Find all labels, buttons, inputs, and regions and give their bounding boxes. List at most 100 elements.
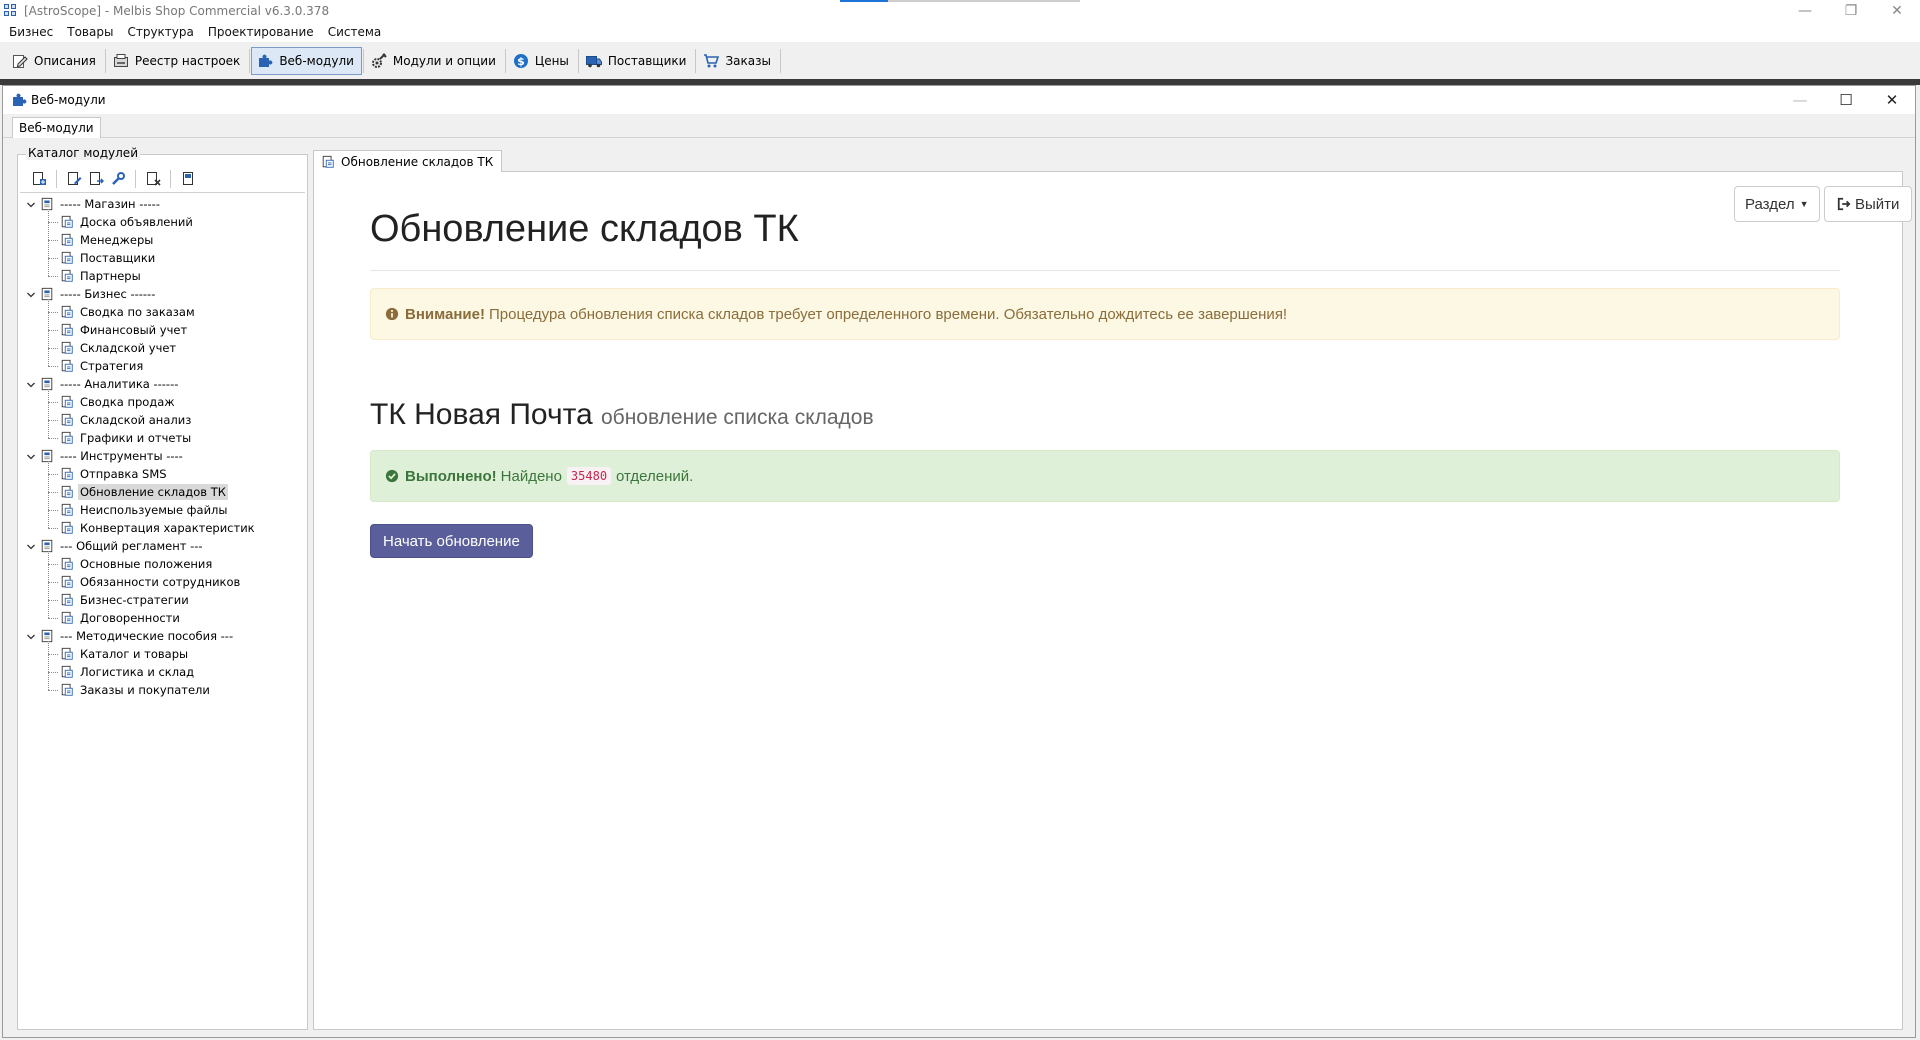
tree-item[interactable]: Заказы и покупатели [20, 681, 305, 699]
inner-maximize-button[interactable]: ☐ [1823, 86, 1869, 114]
tree-group[interactable]: ----- Магазин ----- [20, 195, 305, 213]
module-page-icon [60, 269, 74, 283]
toolbar-descriptions-label: Описания [34, 53, 96, 68]
module-page-icon [60, 611, 74, 625]
tree-connector [48, 551, 49, 618]
section-dropdown-button[interactable]: Раздел ▼ [1734, 186, 1820, 222]
toolbar-prices-button[interactable]: $ Цены [507, 47, 577, 75]
exit-button[interactable]: Выйти [1824, 186, 1913, 222]
toolbar-web-modules-button[interactable]: Веб-модули [251, 46, 362, 75]
catalog-toolbar [20, 165, 305, 193]
tree-group[interactable]: ----- Аналитика ------ [20, 375, 305, 393]
toolbar-separator [779, 48, 781, 73]
tree-item-label: Конвертация характеристик [80, 521, 255, 535]
tree-item[interactable]: Графики и отчеты [20, 429, 305, 447]
truck-icon [585, 53, 602, 69]
tree-item[interactable]: Стратегия [20, 357, 305, 375]
tree-item[interactable]: Обязанности сотрудников [20, 573, 305, 591]
tree-item[interactable]: Конвертация характеристик [20, 519, 305, 537]
module-page-icon [60, 359, 74, 373]
gear-wrench-icon [371, 52, 387, 69]
chevron-down-icon[interactable] [26, 631, 36, 641]
toolbar-suppliers-button[interactable]: Поставщики [580, 47, 695, 75]
catalog-toolbar-separator [135, 169, 136, 188]
tree-connector [48, 528, 58, 529]
menu-goods[interactable]: Товары [60, 25, 120, 39]
dollar-icon: $ [513, 53, 529, 69]
tree-item[interactable]: Логистика и склад [20, 663, 305, 681]
tree-connector [48, 582, 58, 583]
tree-item[interactable]: Складской учет [20, 339, 305, 357]
tree-item[interactable]: Менеджеры [20, 231, 305, 249]
tree-item[interactable]: Поставщики [20, 249, 305, 267]
toolbar-descriptions-button[interactable]: Описания [6, 47, 104, 75]
inner-minimize-button[interactable]: — [1777, 86, 1823, 114]
tree-item[interactable]: Сводка продаж [20, 393, 305, 411]
tree-connector [48, 348, 58, 349]
tree-item[interactable]: Неиспользуемые файлы [20, 501, 305, 519]
tree-item[interactable]: Партнеры [20, 267, 305, 285]
close-button[interactable]: ✕ [1874, 0, 1920, 22]
module-group-icon [40, 449, 54, 463]
tree-item-label: Графики и отчеты [80, 431, 192, 445]
chevron-down-icon[interactable] [26, 451, 36, 461]
tree-item-label: Логистика и склад [80, 665, 195, 679]
tree-item[interactable]: Доска объявлений [20, 213, 305, 231]
app-title: [AstroScope] - Melbis Shop Commercial v6… [24, 4, 330, 18]
main-toolbar: Описания Реестр настроек Веб-модули Моду… [0, 42, 1920, 79]
tree-group[interactable]: ----- Бизнес ------ [20, 285, 305, 303]
puzzle-icon [11, 92, 27, 108]
chevron-down-icon[interactable] [26, 199, 36, 209]
tree-connector [48, 438, 58, 439]
move-module-icon[interactable] [85, 168, 107, 190]
tree-item[interactable]: Основные положения [20, 555, 305, 573]
inner-close-button[interactable]: ✕ [1869, 86, 1915, 114]
start-update-button[interactable]: Начать обновление [370, 524, 533, 558]
module-page-icon [60, 665, 74, 679]
delete-module-icon[interactable] [142, 168, 164, 190]
edit-module-icon[interactable] [63, 168, 85, 190]
tree-connector [48, 672, 58, 673]
chevron-down-icon[interactable] [26, 289, 36, 299]
chevron-down-icon[interactable] [26, 379, 36, 389]
toolbar-separator [504, 48, 506, 73]
web-page-view: Раздел ▼ Выйти Обновление складов ТК Вни… [313, 171, 1913, 1030]
tree-item[interactable]: Обновление складов ТК [20, 483, 305, 501]
tree-group[interactable]: --- Общий регламент --- [20, 537, 305, 555]
tree-item[interactable]: Каталог и товары [20, 645, 305, 663]
tab-warehouse-update[interactable]: Обновление складов ТК [313, 150, 503, 172]
tree-connector [48, 330, 58, 331]
info-circle-icon [385, 307, 399, 321]
wrench-icon[interactable] [107, 168, 129, 190]
add-module-icon[interactable] [28, 168, 50, 190]
menu-design[interactable]: Проектирование [201, 25, 321, 39]
tree-group-label: --- Методические пособия --- [60, 629, 234, 643]
tree-item[interactable]: Финансовый учет [20, 321, 305, 339]
tree-item[interactable]: Сводка по заказам [20, 303, 305, 321]
tree-item[interactable]: Отправка SMS [20, 465, 305, 483]
menu-system[interactable]: Система [321, 25, 389, 39]
tree-connector [48, 641, 49, 690]
restore-button[interactable]: ❐ [1828, 0, 1874, 22]
tree-connector [48, 600, 58, 601]
tree-item[interactable]: Бизнес-стратегии [20, 591, 305, 609]
tree-item[interactable]: Договоренности [20, 609, 305, 627]
module-properties-icon[interactable] [177, 168, 199, 190]
tree-item-label: Партнеры [80, 269, 141, 283]
minimize-button[interactable]: — [1782, 0, 1828, 22]
toolbar-orders-button[interactable]: Заказы [697, 47, 779, 75]
tree-item-label: Поставщики [80, 251, 156, 265]
cart-icon [703, 53, 720, 69]
toolbar-modules-options-button[interactable]: Модули и опции [365, 47, 504, 75]
chevron-down-icon[interactable] [26, 541, 36, 551]
tree-connector [48, 564, 58, 565]
tree-connector [48, 618, 58, 619]
toolbar-registry-button[interactable]: Реестр настроек [107, 47, 248, 75]
menu-structure[interactable]: Структура [120, 25, 200, 39]
tree-group[interactable]: --- Методические пособия --- [20, 627, 305, 645]
tree-item[interactable]: Складской анализ [20, 411, 305, 429]
menu-business[interactable]: Бизнес [2, 25, 60, 39]
toolbar-registry-label: Реестр настроек [134, 53, 241, 68]
tab-web-modules[interactable]: Веб-модули [12, 117, 101, 138]
tree-group[interactable]: ---- Инструменты ---- [20, 447, 305, 465]
